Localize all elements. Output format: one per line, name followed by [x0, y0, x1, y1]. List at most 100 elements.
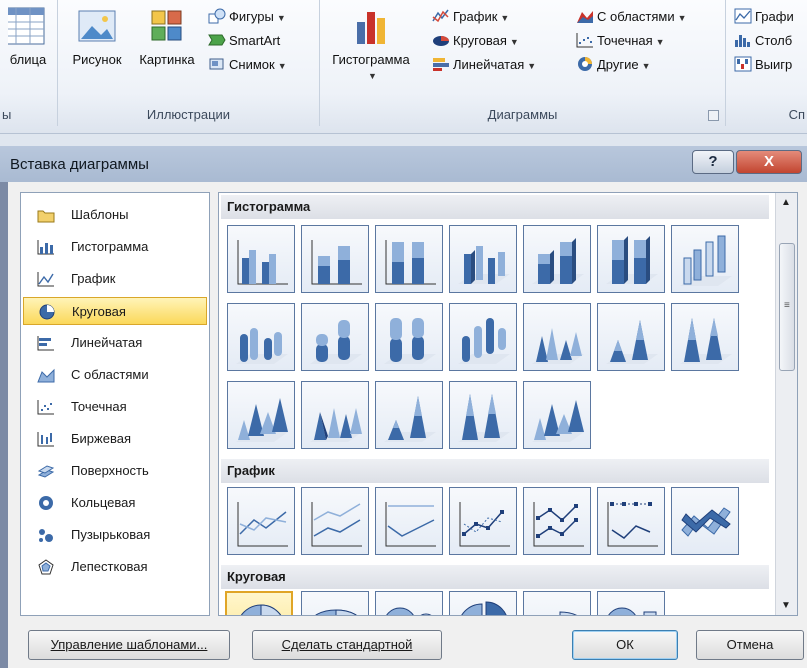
ribbon-group-sparklines: Графи Столб Выигр Сп	[726, 0, 807, 126]
sparkline-line-icon	[734, 8, 752, 24]
3d-cone-icon	[236, 398, 288, 442]
subtype-3d-pie[interactable]	[301, 591, 369, 615]
subtype-clustered-cone[interactable]	[523, 303, 591, 371]
scatter-chart-button-label: Точечная	[597, 33, 653, 48]
subtype-3d-column[interactable]	[671, 225, 739, 293]
percent-stacked-cone-icon	[680, 318, 732, 364]
subtype-stacked-pyramid[interactable]	[375, 381, 443, 449]
scroll-up-icon[interactable]: ▲	[781, 197, 791, 208]
type-item-label: График	[71, 271, 116, 286]
table-button[interactable]: блица	[0, 6, 56, 67]
shapes-icon	[208, 8, 226, 24]
bar-chart-button[interactable]: Линейчатая ▼	[432, 54, 536, 76]
cancel-button[interactable]: Отмена	[696, 630, 804, 660]
smartart-icon	[208, 34, 226, 46]
subtype-100-stacked-pyramid[interactable]	[449, 381, 517, 449]
subtype-100-stacked-line[interactable]	[375, 487, 443, 555]
ok-button[interactable]: ОК	[572, 630, 678, 660]
subtype-stacked-column[interactable]	[301, 225, 369, 293]
subtype-exploded-pie[interactable]	[449, 591, 517, 615]
subtype-3d-cone[interactable]	[227, 381, 295, 449]
surface-chart-icon	[37, 465, 55, 478]
pie-chart-icon	[433, 36, 449, 46]
type-item-area[interactable]: С областями	[23, 361, 207, 389]
type-item-column[interactable]: Гистограмма	[23, 233, 207, 261]
manage-templates-label: Управление шаблонами...	[50, 637, 208, 652]
subtype-pie[interactable]	[225, 591, 293, 615]
subtype-100-stacked-line-with-markers[interactable]	[597, 487, 665, 555]
type-item-scatter[interactable]: Точечная	[23, 393, 207, 421]
charts-dialog-launcher[interactable]	[708, 110, 719, 121]
screenshot-button[interactable]: Снимок ▼	[208, 54, 287, 76]
help-button[interactable]: ?	[692, 150, 734, 174]
pie-chart-button[interactable]: Круговая ▼	[432, 30, 519, 52]
subtype-100-stacked-column[interactable]	[375, 225, 443, 293]
area-chart-button[interactable]: С областями ▼	[576, 6, 687, 28]
subtype-3d-100-stacked-column[interactable]	[597, 225, 665, 293]
bar-chart-button-label: Линейчатая	[453, 57, 525, 72]
type-item-line[interactable]: График	[23, 265, 207, 293]
close-button[interactable]: X	[736, 150, 802, 174]
scatter-chart-icon	[576, 33, 593, 48]
sparkline-winloss-button[interactable]: Выигр	[734, 54, 792, 76]
column-chart-icon	[37, 240, 54, 255]
picture-button[interactable]: Рисунок	[64, 6, 130, 67]
subtype-clustered-pyramid[interactable]	[301, 381, 369, 449]
type-item-label: Линейчатая	[71, 335, 143, 350]
manage-templates-button[interactable]: Управление шаблонами...	[28, 630, 230, 660]
type-item-bubble[interactable]: Пузырьковая	[23, 521, 207, 549]
subtype-3d-pyramid[interactable]	[523, 381, 591, 449]
scatter-chart-button[interactable]: Точечная ▼	[576, 30, 665, 52]
smartart-button[interactable]: SmartArt	[208, 30, 280, 52]
subtype-stacked-cylinder[interactable]	[301, 303, 369, 371]
subtype-line-with-markers[interactable]	[449, 487, 517, 555]
table-icon	[8, 7, 45, 45]
subtype-clustered-column[interactable]	[227, 225, 295, 293]
subtype-100-stacked-cylinder[interactable]	[375, 303, 443, 371]
subtype-3d-clustered-column[interactable]	[449, 225, 517, 293]
percent-stacked-line-icon	[385, 502, 436, 547]
set-as-default-button[interactable]: Сделать стандартной	[252, 630, 442, 660]
subtype-3d-stacked-column[interactable]	[523, 225, 591, 293]
column-chart-icon	[357, 12, 385, 44]
stacked-cylinder-icon	[310, 320, 362, 364]
other-charts-button[interactable]: Другие ▼	[576, 54, 651, 76]
type-item-label: Круговая	[72, 304, 126, 319]
scroll-down-icon[interactable]: ▼	[781, 600, 791, 611]
type-item-bar[interactable]: Линейчатая	[23, 329, 207, 357]
subtype-bar-of-pie[interactable]	[597, 591, 665, 615]
dialog-titlebar[interactable]: Вставка диаграммы ? X	[0, 146, 807, 182]
subtype-pie-of-pie[interactable]	[375, 591, 443, 615]
shapes-button[interactable]: Фигуры ▼	[208, 6, 286, 28]
sparkline-line-label: Графи	[755, 9, 794, 24]
subtype-stacked-line[interactable]	[301, 487, 369, 555]
sparkline-line-button[interactable]: Графи	[734, 6, 794, 28]
type-item-stock[interactable]: Биржевая	[23, 425, 207, 453]
subtype-stacked-line-with-markers[interactable]	[523, 487, 591, 555]
sparkline-column-button[interactable]: Столб	[734, 30, 792, 52]
help-icon: ?	[708, 153, 718, 170]
subtype-clustered-cylinder[interactable]	[227, 303, 295, 371]
section-header-column: Гистограмма	[221, 195, 769, 219]
type-item-pie[interactable]: Круговая	[23, 297, 207, 325]
subtype-line[interactable]	[227, 487, 295, 555]
type-item-radar[interactable]: Лепестковая	[23, 553, 207, 581]
pie-of-pie-icon	[386, 607, 432, 615]
3d-pyramid-icon	[532, 400, 584, 442]
subtype-3d-cylinder[interactable]	[449, 303, 517, 371]
subtype-stacked-cone[interactable]	[597, 303, 665, 371]
type-item-surface[interactable]: Поверхность	[23, 457, 207, 485]
gallery-scrollbar[interactable]: ▲ ≡ ▼	[775, 193, 797, 615]
column-chart-button[interactable]: Гистограмма ▼	[326, 6, 416, 82]
insert-chart-dialog: Вставка диаграммы ? X Шаблоны Гистограмм…	[0, 146, 807, 668]
type-item-doughnut[interactable]: Кольцевая	[23, 489, 207, 517]
sparkline-winloss-label: Выигр	[755, 57, 793, 72]
scrollbar-thumb[interactable]: ≡	[779, 243, 795, 371]
subtype-3d-line[interactable]	[671, 487, 739, 555]
line-chart-button[interactable]: График ▼	[432, 6, 509, 28]
type-item-templates[interactable]: Шаблоны	[23, 201, 207, 229]
subtype-exploded-3d-pie[interactable]	[523, 591, 591, 615]
3d-percent-stacked-column-icon	[606, 236, 658, 284]
subtype-100-stacked-cone[interactable]	[671, 303, 739, 371]
clipart-button[interactable]: Картинка	[132, 6, 202, 67]
